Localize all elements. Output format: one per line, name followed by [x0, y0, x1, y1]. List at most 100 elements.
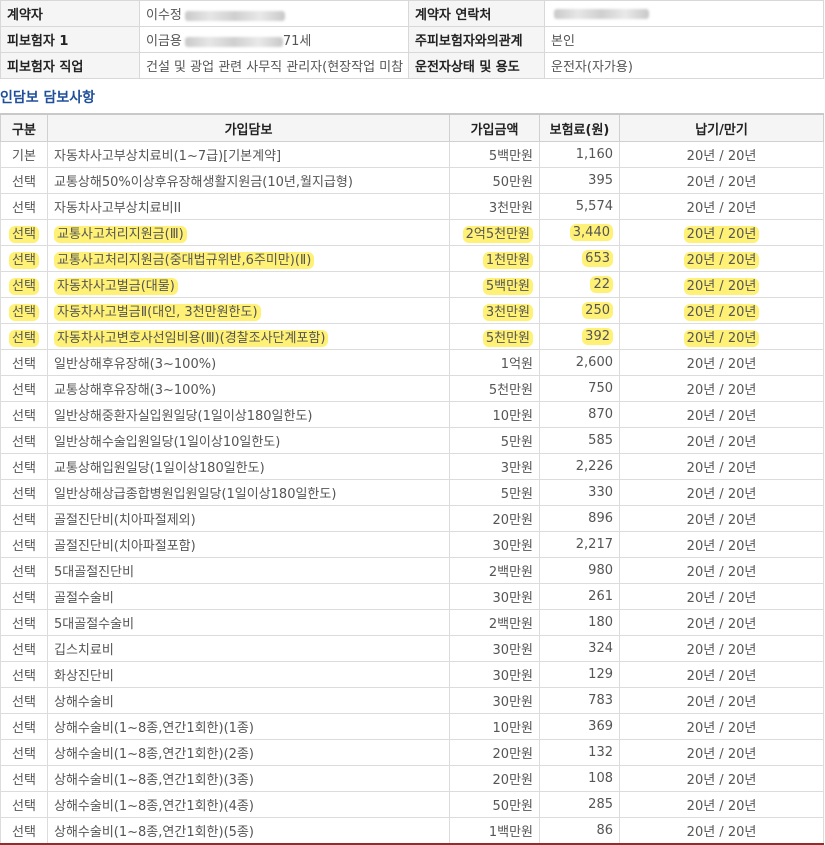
- row-amount: 1억원: [500, 357, 533, 372]
- row-term: 20년 / 20년: [686, 591, 757, 606]
- row-type-cell: 선택: [0, 479, 48, 506]
- row-premium: 285: [588, 797, 613, 812]
- row-amount: 3천만원: [488, 201, 533, 216]
- row-type-cell: 선택: [0, 557, 48, 584]
- row-term: 20년 / 20년: [686, 695, 757, 710]
- row-premium-cell: 2,600: [539, 349, 620, 376]
- row-premium-cell: 750: [539, 375, 620, 402]
- row-coverage-cell: 자동차사고변호사선임비용(Ⅲ)(경찰조사단계포함): [47, 323, 450, 350]
- row-premium: 585: [588, 433, 613, 448]
- insured-value: 이금용 71세: [139, 26, 409, 53]
- row-coverage-cell: 상해수술비(1~8종,연간1회한)(1종): [47, 713, 450, 740]
- row-premium: 369: [588, 719, 613, 734]
- section-title: 인담보 담보사항: [0, 90, 96, 106]
- row-coverage: 깁스치료비: [54, 643, 114, 658]
- row-type-cell: 선택: [0, 713, 48, 740]
- row-premium: 132: [588, 745, 613, 760]
- relationship-label: 주피보험자와의관계: [408, 26, 545, 53]
- row-type-cell: 선택: [0, 635, 48, 662]
- coverage-table: 구분 가입담보 가입금액 보험료(원) 납기/만기 기본 자동차사고부상치료비(1…: [0, 113, 824, 845]
- row-premium: 108: [588, 771, 613, 786]
- row-term-cell: 20년 / 20년: [619, 193, 824, 220]
- table-row: 선택 깁스치료비 30만원 324 20년 / 20년: [0, 635, 824, 662]
- row-term: 20년 / 20년: [686, 201, 757, 216]
- row-term: 20년 / 20년: [686, 435, 757, 450]
- table-row: 선택 상해수술비(1~8종,연간1회한)(3종) 20만원 108 20년 / 20년: [0, 765, 824, 792]
- row-type: 선택: [12, 591, 36, 606]
- row-amount-cell: 5천만원: [449, 375, 540, 402]
- row-type: 선택: [12, 695, 36, 710]
- row-coverage-cell: 상해수술비: [47, 687, 450, 714]
- row-amount: 5백만원: [488, 149, 533, 164]
- row-premium-cell: 324: [539, 635, 620, 662]
- row-term: 20년 / 20년: [686, 669, 757, 684]
- row-amount-cell: 30만원: [449, 635, 540, 662]
- row-premium-cell: 132: [539, 739, 620, 766]
- row-coverage-cell: 화상진단비: [47, 661, 450, 688]
- row-term-cell: 20년 / 20년: [619, 583, 824, 610]
- row-term-cell: 20년 / 20년: [619, 323, 824, 350]
- table-row: 선택 5대골절수술비 2백만원 180 20년 / 20년: [0, 609, 824, 636]
- row-amount: 20만원: [492, 513, 533, 528]
- row-coverage-cell: 깁스치료비: [47, 635, 450, 662]
- row-type: 선택: [12, 487, 36, 502]
- header-term: 납기/만기: [619, 113, 824, 142]
- row-type: 선택: [12, 409, 36, 424]
- coverage-table-header: 구분 가입담보 가입금액 보험료(원) 납기/만기: [0, 113, 824, 142]
- row-coverage-cell: 교통사고처리지원금(Ⅲ): [47, 219, 450, 246]
- row-amount: 2백만원: [488, 565, 533, 580]
- row-coverage-cell: 5대골절수술비: [47, 609, 450, 636]
- row-type-cell: 선택: [0, 193, 48, 220]
- row-coverage: 상해수술비: [54, 695, 114, 710]
- row-type: 선택: [12, 669, 36, 684]
- row-amount-cell: 5백만원: [449, 141, 540, 168]
- row-coverage: 교통사고처리지원금(Ⅲ): [54, 226, 187, 243]
- row-coverage: 교통상해후유장해(3~100%): [54, 383, 217, 398]
- row-type: 선택: [12, 565, 36, 580]
- occupation-label: 피보험자 직업: [0, 52, 140, 79]
- row-premium-cell: 22: [539, 271, 620, 298]
- table-row: 선택 교통사고처리지원금(Ⅲ) 2억5천만원 3,440 20년 / 20년: [0, 219, 824, 246]
- row-premium-cell: 2,217: [539, 531, 620, 558]
- row-premium-cell: 250: [539, 297, 620, 324]
- row-amount-cell: 5천만원: [449, 323, 540, 350]
- row-type: 선택: [12, 643, 36, 658]
- row-coverage-cell: 자동차사고벌금Ⅱ(대인, 3천만원한도): [47, 297, 450, 324]
- row-term: 20년 / 20년: [686, 565, 757, 580]
- table-row: 선택 일반상해상급종합병원입원일당(1일이상180일한도) 5만원 330 20년 / …: [0, 479, 824, 506]
- row-amount: 50만원: [492, 175, 533, 190]
- row-amount-cell: 50만원: [449, 167, 540, 194]
- table-row: 선택 자동차사고벌금Ⅱ(대인, 3천만원한도) 3천만원 250 20년 / 20년: [0, 297, 824, 324]
- row-type-cell: 선택: [0, 739, 48, 766]
- row-premium-cell: 3,440: [539, 219, 620, 246]
- table-row: 선택 자동차사고벌금(대물) 5백만원 22 20년 / 20년: [0, 271, 824, 298]
- row-premium-cell: 870: [539, 401, 620, 428]
- row-term-cell: 20년 / 20년: [619, 219, 824, 246]
- row-premium-cell: 330: [539, 479, 620, 506]
- row-coverage: 자동차사고부상치료비(1~7급)[기본계약]: [54, 149, 282, 164]
- row-premium: 3,440: [569, 224, 613, 241]
- table-row: 선택 5대골절진단비 2백만원 980 20년 / 20년: [0, 557, 824, 584]
- row-term-cell: 20년 / 20년: [619, 141, 824, 168]
- row-amount: 20만원: [492, 773, 533, 788]
- row-coverage-cell: 교통상해입원일당(1일이상180일한도): [47, 453, 450, 480]
- row-type-cell: 선택: [0, 609, 48, 636]
- row-amount: 30만원: [492, 669, 533, 684]
- row-amount-cell: 10만원: [449, 713, 540, 740]
- row-premium: 5,574: [575, 199, 613, 214]
- contract-info-row: 계약자 이수정 계약자 연락처: [0, 0, 824, 27]
- row-type: 선택: [12, 175, 36, 190]
- row-premium: 896: [588, 511, 613, 526]
- row-type: 선택: [9, 278, 39, 295]
- row-coverage: 자동차사고변호사선임비용(Ⅲ)(경찰조사단계포함): [54, 330, 329, 347]
- row-amount-cell: 50만원: [449, 791, 540, 818]
- occupation-value: 건설 및 광업 관련 사무직 관리자(현장작업 미참: [139, 52, 409, 79]
- row-coverage-cell: 골절진단비(치아파절제외): [47, 505, 450, 532]
- row-amount: 50만원: [492, 799, 533, 814]
- row-term-cell: 20년 / 20년: [619, 167, 824, 194]
- row-coverage-cell: 골절수술비: [47, 583, 450, 610]
- insured-label: 피보험자 1: [0, 26, 140, 53]
- table-row: 선택 골절수술비 30만원 261 20년 / 20년: [0, 583, 824, 610]
- row-type: 선택: [12, 773, 36, 788]
- policyholder-label: 계약자: [0, 0, 140, 27]
